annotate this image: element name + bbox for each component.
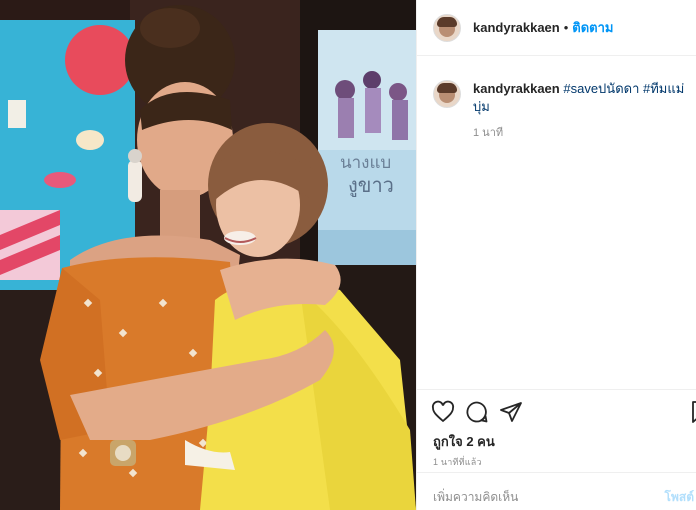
- comment-input[interactable]: เพิ่มความคิดเห็น: [433, 488, 518, 507]
- divider: [417, 472, 696, 473]
- photo-illustration: นางแบ งูขาว: [0, 0, 416, 510]
- divider: [417, 389, 696, 390]
- bookmark-icon[interactable]: [689, 400, 696, 424]
- hashtag-link[interactable]: #saveปนัดดา: [563, 81, 639, 96]
- post-username[interactable]: kandyrakkaen: [473, 20, 560, 35]
- caption-body: kandyrakkaen #saveปนัดดา #ทีมแม่บุ่ม 1 น…: [473, 80, 686, 142]
- avatar[interactable]: [433, 13, 461, 42]
- action-bar: [431, 400, 696, 426]
- comment-icon[interactable]: [465, 400, 489, 424]
- caption-comment: kandyrakkaen #saveปนัดดา #ทีมแม่บุ่ม 1 น…: [433, 80, 686, 142]
- post-photo: นางแบ งูขาว: [0, 0, 416, 510]
- likes-count[interactable]: ถูกใจ 2 คน: [433, 431, 495, 452]
- poster-title-line1: นางแบ: [340, 153, 391, 173]
- heart-icon[interactable]: [431, 400, 455, 424]
- post-timestamp: 1 นาทีที่แล้ว: [433, 457, 482, 467]
- header-text: kandyrakkaen • ติดตาม: [473, 17, 614, 38]
- follow-button[interactable]: ติดตาม: [572, 17, 613, 38]
- separator-dot: •: [563, 20, 569, 35]
- share-icon[interactable]: [499, 400, 523, 424]
- poster-title-line2: งูขาว: [348, 173, 394, 198]
- caption-avatar[interactable]: [433, 80, 461, 108]
- caption-time: 1 นาที: [473, 127, 504, 139]
- post-sidebar: kandyrakkaen • ติดตาม kandyrakkaen #save…: [416, 0, 696, 510]
- post-comment-button[interactable]: โพสต์: [665, 488, 694, 507]
- post-header: kandyrakkaen • ติดตาม: [417, 0, 696, 56]
- caption-username[interactable]: kandyrakkaen: [473, 81, 560, 96]
